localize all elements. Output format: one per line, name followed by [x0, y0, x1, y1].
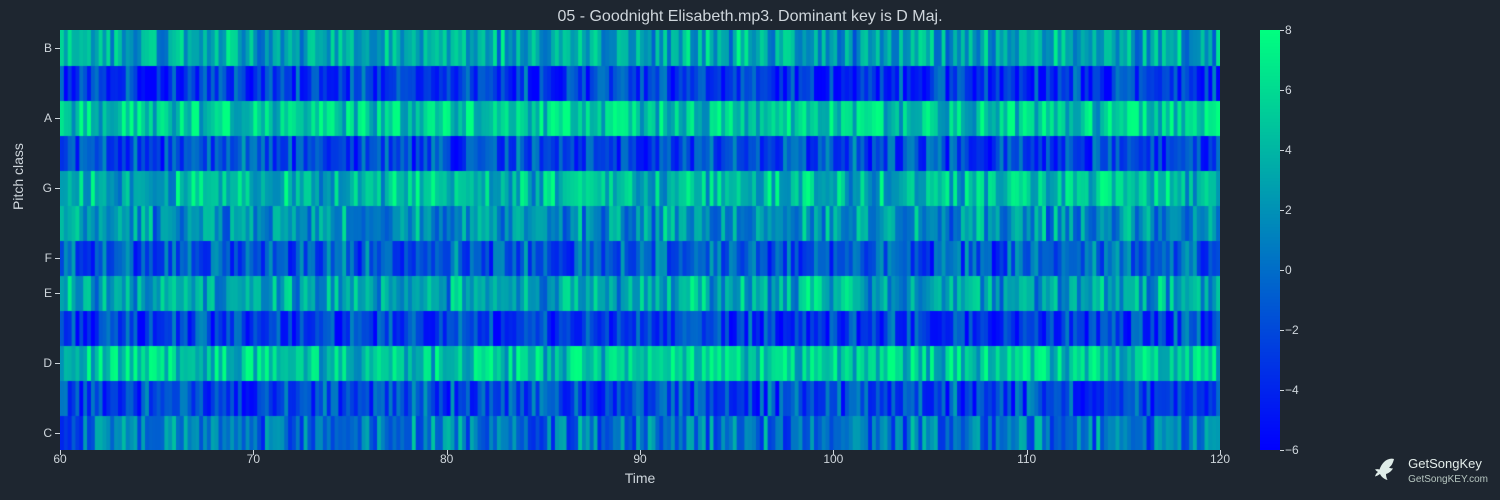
y-tick-label: E	[0, 286, 52, 300]
y-tick-label: G	[0, 181, 52, 195]
chart-title: 05 - Goodnight Elisabeth.mp3. Dominant k…	[0, 8, 1500, 26]
colorbar-tick-label: 4	[1285, 143, 1292, 157]
y-tick-mark	[55, 118, 60, 119]
x-tick-label: 70	[247, 452, 260, 466]
x-tick-label: 100	[823, 452, 843, 466]
y-tick-label: B	[0, 41, 52, 55]
colorbar-tick-mark	[1280, 30, 1284, 31]
colorbar-tick-label: 2	[1285, 203, 1292, 217]
chromagram-figure: 05 - Goodnight Elisabeth.mp3. Dominant k…	[0, 0, 1500, 500]
x-tick-label: 80	[440, 452, 453, 466]
colorbar-tick-mark	[1280, 330, 1284, 331]
bird-logo-icon	[1368, 453, 1400, 490]
colorbar-tick-mark	[1280, 450, 1284, 451]
colorbar-tick-label: −4	[1285, 383, 1299, 397]
plot-area	[60, 30, 1220, 450]
y-tick-label: A	[0, 111, 52, 125]
x-tick-label: 120	[1210, 452, 1230, 466]
colorbar-tick-mark	[1280, 390, 1284, 391]
watermark-text: GetSongKey GetSongKEY.com	[1408, 457, 1488, 487]
y-tick-mark	[55, 363, 60, 364]
x-tick-label: 110	[1017, 452, 1036, 466]
colorbar-tick-mark	[1280, 150, 1284, 151]
x-tick-label: 90	[633, 452, 646, 466]
colorbar-area	[1260, 30, 1280, 450]
y-tick-label: C	[0, 426, 52, 440]
colorbar-tick-mark	[1280, 270, 1284, 271]
y-tick-label: D	[0, 356, 52, 370]
watermark: GetSongKey GetSongKEY.com	[1368, 453, 1488, 490]
watermark-brand: GetSongKey	[1408, 456, 1482, 471]
colorbar-tick-label: −6	[1285, 443, 1299, 457]
colorbar-tick-label: −2	[1285, 323, 1299, 337]
y-tick-mark	[55, 188, 60, 189]
y-tick-mark	[55, 293, 60, 294]
y-tick-mark	[55, 258, 60, 259]
x-axis-label: Time	[60, 470, 1220, 486]
y-tick-mark	[55, 433, 60, 434]
heatmap-canvas	[60, 30, 1220, 450]
colorbar-tick-mark	[1280, 90, 1284, 91]
colorbar-tick-mark	[1280, 210, 1284, 211]
watermark-sub: GetSongKEY.com	[1408, 474, 1488, 485]
colorbar-tick-label: 0	[1285, 263, 1292, 277]
colorbar-tick-label: 8	[1285, 23, 1292, 37]
y-axis-label: Pitch class	[10, 143, 26, 210]
colorbar-canvas	[1260, 30, 1280, 450]
x-tick-label: 60	[53, 452, 66, 466]
y-tick-label: F	[0, 251, 52, 265]
y-tick-mark	[55, 48, 60, 49]
colorbar-tick-label: 6	[1285, 83, 1292, 97]
